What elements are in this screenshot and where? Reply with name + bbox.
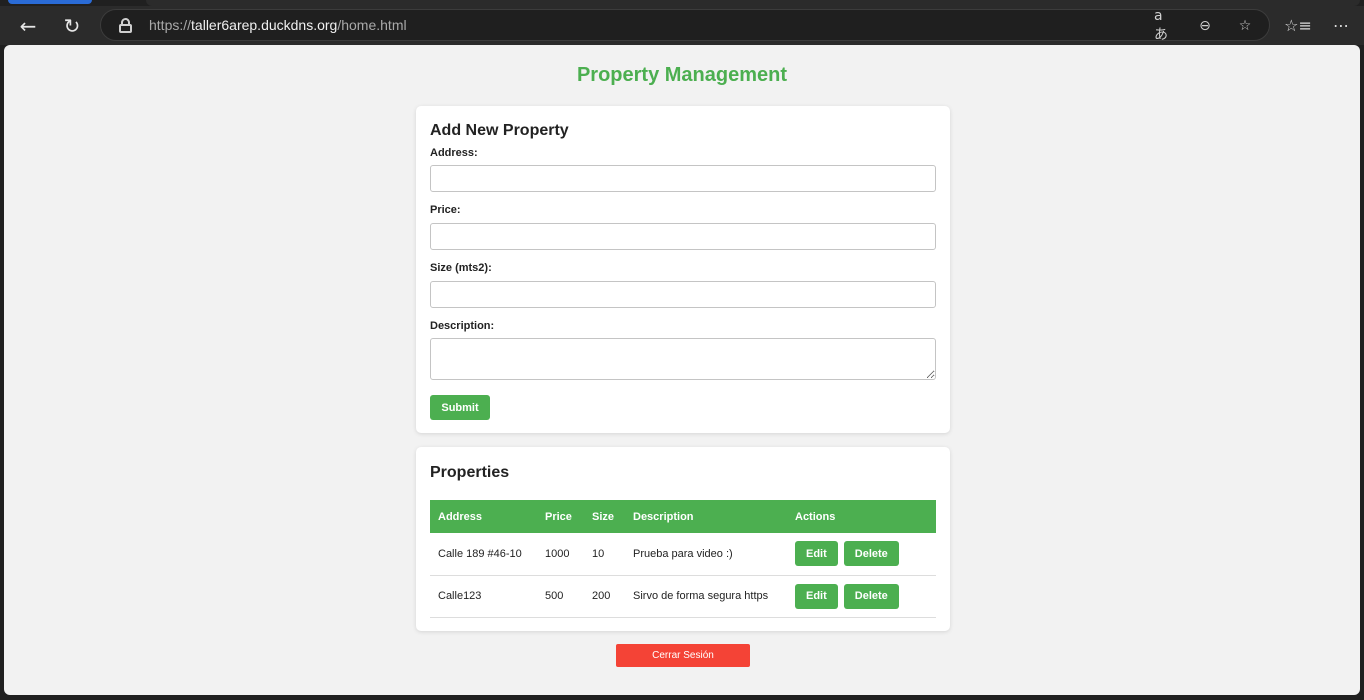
cell-price: 500 xyxy=(537,575,584,618)
properties-heading: Properties xyxy=(430,464,510,481)
page-viewport: Property Management Add New Property Add… xyxy=(4,45,1360,695)
delete-button[interactable]: Delete xyxy=(843,583,899,609)
column-header-price: Price xyxy=(537,500,584,533)
address-input[interactable] xyxy=(430,165,936,192)
cell-description: Prueba para video :) xyxy=(625,533,787,576)
window-bottom-edge xyxy=(0,695,1364,700)
table-row: Calle123 500 200 Sirvo de forma segura h… xyxy=(430,575,936,618)
reload-icon[interactable]: ↻ xyxy=(54,6,90,45)
page-title: Property Management xyxy=(576,64,788,86)
cell-address: Calle 189 #46-10 xyxy=(430,533,537,576)
cell-size: 10 xyxy=(584,533,625,576)
delete-button[interactable]: Delete xyxy=(843,541,899,567)
properties-table: Address Price Size Description Actions C… xyxy=(430,500,936,618)
edit-button[interactable]: Edit xyxy=(795,541,838,567)
price-input[interactable] xyxy=(430,223,936,250)
submit-button[interactable]: Submit xyxy=(430,395,490,420)
table-header-row: Address Price Size Description Actions xyxy=(430,500,936,533)
cell-actions: Edit Delete xyxy=(787,533,936,576)
properties-card: Properties Address Price Size Descriptio… xyxy=(416,447,950,631)
column-header-description: Description xyxy=(625,500,787,533)
form-heading: Add New Property xyxy=(430,122,569,139)
cell-actions: Edit Delete xyxy=(787,575,936,618)
cell-price: 1000 xyxy=(537,533,584,576)
more-options-icon[interactable]: ⋯ xyxy=(1328,12,1354,38)
url-host: taller6arep.duckdns.org xyxy=(191,17,338,33)
favorite-star-icon[interactable]: ☆ xyxy=(1234,15,1256,37)
price-label: Price: xyxy=(430,204,461,216)
address-bar[interactable]: https://taller6arep.duckdns.org/home.htm… xyxy=(100,8,1270,43)
inactive-tab[interactable] xyxy=(8,0,92,4)
logout-button[interactable]: Cerrar Sesión xyxy=(616,644,750,667)
edit-button[interactable]: Edit xyxy=(795,583,838,609)
url-path: /home.html xyxy=(337,17,407,33)
cell-address: Calle123 xyxy=(430,575,537,618)
url-scheme: https:// xyxy=(149,17,192,33)
add-property-card: Add New Property Address: Price: Size (m… xyxy=(416,106,950,433)
column-header-address: Address xyxy=(430,500,537,533)
size-label: Size (mts2): xyxy=(430,262,492,274)
browser-toolbar: ← ↻ https://taller6arep.duckdns.org/home… xyxy=(0,6,1364,45)
table-row: Calle 189 #46-10 1000 10 Prueba para vid… xyxy=(430,533,936,576)
lock-icon[interactable] xyxy=(119,18,132,33)
description-textarea[interactable] xyxy=(430,338,936,380)
column-header-actions: Actions xyxy=(787,500,936,533)
size-input[interactable] xyxy=(430,281,936,308)
url-text[interactable]: https://taller6arep.duckdns.org/home.htm… xyxy=(149,17,407,33)
column-header-size: Size xyxy=(584,500,625,533)
description-label: Description: xyxy=(430,320,495,332)
favorites-list-icon[interactable]: ☆≡ xyxy=(1284,12,1312,38)
back-icon[interactable]: ← xyxy=(10,6,46,45)
translate-icon[interactable]: aあ xyxy=(1154,8,1176,43)
address-label: Address: xyxy=(430,147,478,159)
zoom-out-icon[interactable]: ⊖ xyxy=(1194,15,1216,37)
cell-size: 200 xyxy=(584,575,625,618)
cell-description: Sirvo de forma segura https xyxy=(625,575,787,618)
